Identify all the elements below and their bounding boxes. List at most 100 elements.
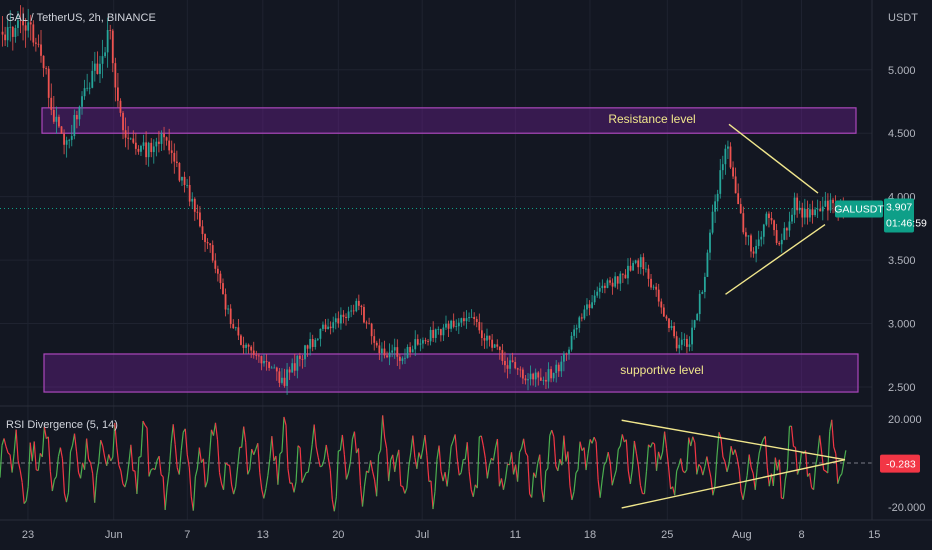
candle-body: [773, 220, 775, 231]
zone-support: [43, 353, 859, 393]
candle-body: [601, 285, 604, 289]
rsi-indicator-title[interactable]: RSI Divergence (5, 14): [6, 419, 118, 431]
candle-body: [793, 197, 796, 215]
candle-body: [527, 379, 529, 381]
time-tick-label: 18: [584, 529, 596, 541]
candle-body: [457, 322, 460, 327]
candle-body: [491, 339, 494, 348]
candle-body: [668, 318, 670, 328]
candle-body: [347, 311, 350, 319]
candle-body: [350, 310, 353, 312]
candle-body: [545, 379, 547, 382]
candle-body: [37, 43, 40, 45]
symbol-tag-text: GALUSDT: [834, 203, 884, 215]
candle-body: [422, 340, 424, 344]
candle-body: [824, 200, 827, 207]
candle-body: [706, 252, 709, 277]
candle-body: [709, 232, 711, 253]
candle-body: [142, 142, 145, 146]
candle-body: [514, 361, 517, 369]
candle-body: [550, 369, 552, 379]
candle-body: [575, 327, 578, 330]
candle-body: [509, 360, 511, 369]
candle-body: [55, 116, 58, 122]
candle-body: [465, 318, 468, 322]
candle-body: [455, 326, 458, 328]
candle-body: [155, 141, 158, 147]
candle-body: [811, 209, 814, 216]
candle-body: [117, 87, 119, 101]
candle-body: [621, 273, 624, 275]
candle-body: [662, 307, 665, 317]
candle-body: [562, 353, 565, 362]
candle-body: [506, 365, 509, 369]
candle-body: [791, 214, 793, 222]
candle-body: [150, 142, 153, 153]
candle-body: [386, 355, 388, 358]
candle-body: [365, 322, 368, 324]
candle-body: [819, 208, 822, 212]
candle-body: [470, 316, 473, 318]
candle-body: [565, 353, 568, 355]
candle-body: [163, 133, 165, 138]
candle-body: [298, 355, 301, 359]
candle-body: [342, 314, 345, 317]
candle-body: [65, 140, 68, 145]
candle-body: [591, 302, 593, 308]
candle-body: [158, 141, 160, 144]
candle-body: [357, 300, 360, 306]
candle-body: [555, 364, 558, 373]
candle-body: [427, 341, 429, 343]
candle-body: [480, 330, 483, 339]
rsi-segment: [227, 464, 230, 467]
candle-body: [524, 378, 527, 381]
chart-root: 2.500 3.000 3.500 4.000 4.500 5.000 20.000 -20.…: [0, 0, 932, 550]
candle-body: [493, 344, 496, 348]
candle-body: [83, 88, 86, 97]
candle-body: [291, 363, 294, 373]
candle-body: [650, 278, 652, 288]
candle-body: [542, 379, 545, 381]
candle-body: [809, 209, 811, 218]
chart-title[interactable]: GAL / TetherUS, 2h, BINANCE: [6, 12, 156, 24]
candle-body: [619, 273, 622, 284]
candle-body: [170, 150, 173, 153]
candle-body: [463, 318, 465, 322]
candle-body: [6, 27, 9, 41]
candle-body: [160, 133, 163, 144]
candle-body: [660, 301, 663, 308]
candle-body: [714, 201, 717, 212]
candle-body: [616, 276, 619, 284]
candle-body: [657, 289, 660, 302]
candle-body: [111, 30, 114, 64]
candle-body: [63, 133, 65, 145]
candle-body: [452, 320, 455, 327]
price-tick-label: 3.000: [888, 319, 916, 331]
candle-body: [281, 377, 283, 383]
trading-chart[interactable]: 2.5003.0003.5004.0004.5005.00020.000-20.…: [0, 0, 932, 550]
candle-body: [534, 372, 537, 380]
candle-body: [442, 327, 445, 336]
candle-body: [419, 343, 422, 345]
candle-body: [629, 265, 632, 271]
candle-body: [406, 347, 409, 358]
candle-body: [140, 145, 142, 152]
candle-body: [275, 367, 278, 372]
time-tick-label: 25: [661, 529, 673, 541]
candle-body: [324, 324, 327, 330]
candle-body: [240, 335, 242, 345]
candle-body: [332, 322, 335, 329]
candle-body: [796, 197, 799, 211]
candle-body: [724, 148, 727, 165]
price-tick-label: 5.000: [888, 65, 916, 77]
candle-body: [655, 286, 658, 290]
candle-body: [178, 163, 181, 181]
candle-body: [375, 342, 378, 346]
candle-body: [468, 317, 470, 319]
candle-body: [416, 339, 419, 345]
candle-body: [237, 327, 240, 336]
candle-body: [201, 226, 204, 235]
candle-body: [204, 234, 206, 243]
candle-body: [647, 268, 650, 279]
candle-body: [265, 361, 268, 362]
